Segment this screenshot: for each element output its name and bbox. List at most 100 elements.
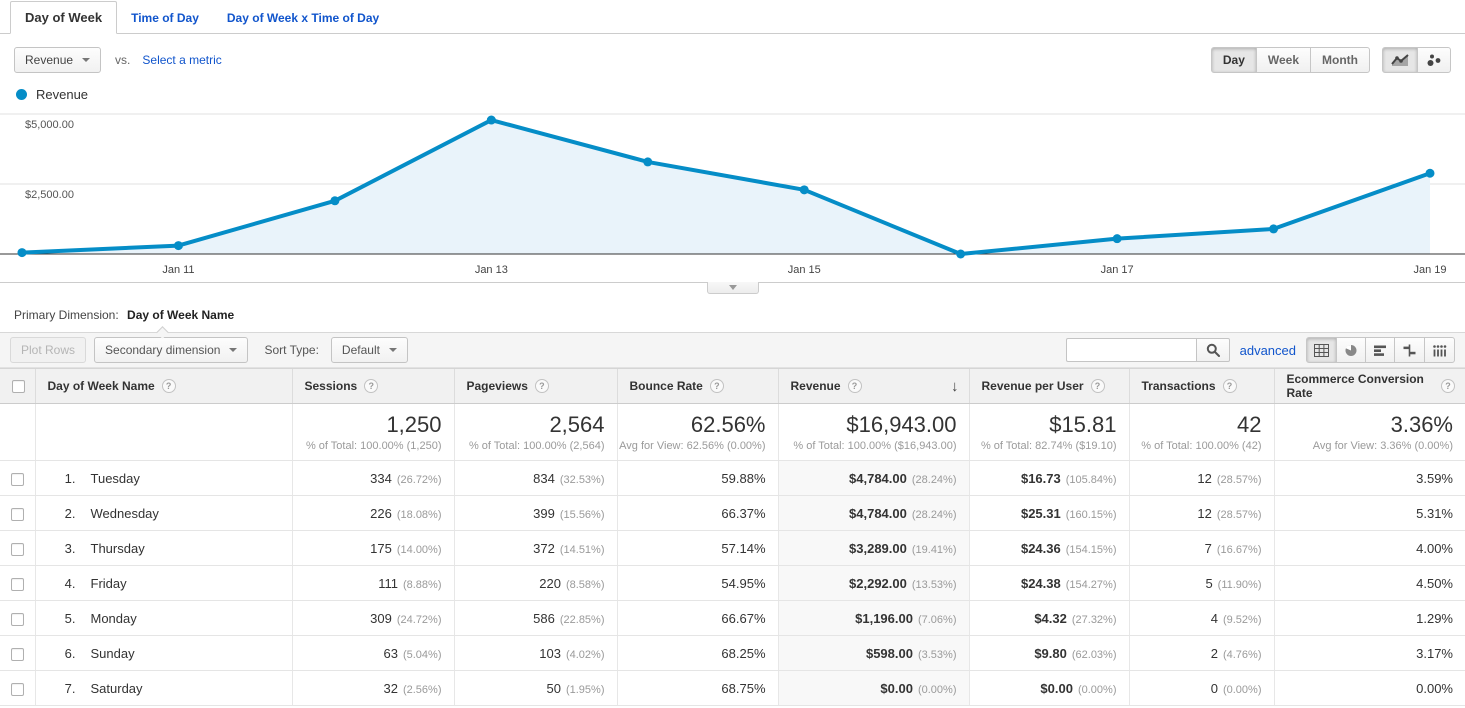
primary-dimension-value[interactable]: Day of Week Name [127, 308, 234, 322]
metric-cell: 12 (28.57%) [1128, 460, 1274, 496]
svg-text:$5,000.00: $5,000.00 [25, 119, 74, 131]
table-row: 7. Saturday 32 (2.56%) 50 (1.95%) 68.75% $0… [0, 670, 1465, 706]
column-header-pageviews[interactable]: Pageviews? [453, 368, 617, 404]
svg-text:Jan 17: Jan 17 [1101, 264, 1134, 276]
metric-cell: $16.73 (105.84%) [968, 460, 1129, 496]
metric-cell: 5.31% [1273, 495, 1465, 531]
select-all-checkbox[interactable] [12, 380, 25, 394]
help-icon[interactable]: ? [1441, 379, 1455, 393]
line-chart-button[interactable] [1382, 47, 1418, 73]
column-header-bounce-rate[interactable]: Bounce Rate? [616, 368, 778, 404]
comparison-icon [1403, 344, 1416, 356]
metric-cell: 2 (4.76%) [1128, 635, 1274, 671]
svg-text:Jan 11: Jan 11 [162, 264, 194, 276]
help-icon[interactable]: ? [534, 379, 549, 393]
column-header-day-of-week-name[interactable]: Day of Week Name? [34, 368, 292, 404]
tab-day-of-week[interactable]: Day of Week [10, 1, 118, 34]
column-header-revenue[interactable]: Revenue? ↓ [777, 368, 969, 404]
metric-cell: $9.80 (62.03%) [968, 635, 1129, 671]
metric-cell: 59.88% [616, 460, 778, 496]
tab-time-of-day[interactable]: Time of Day [117, 3, 213, 33]
plot-rows-button[interactable]: Plot Rows [10, 337, 87, 363]
column-header-sessions[interactable]: Sessions? [291, 368, 454, 404]
chart-collapse-button[interactable] [706, 282, 759, 294]
row-checkbox[interactable] [10, 472, 24, 486]
sort-type-label: Sort Type: [264, 343, 319, 357]
metric-cell: 372 (14.51%) [453, 530, 617, 566]
view-percentage-button[interactable] [1336, 337, 1366, 363]
metric-cell: 63 (5.04%) [291, 635, 454, 671]
table-row: 2. Wednesday 226 (18.08%) 399 (15.56%) 66.3… [0, 495, 1465, 531]
row-dimension: Saturday [90, 680, 143, 696]
total-revenue-per-user: $15.81% of Total: 82.74% ($19.10) [968, 403, 1129, 461]
search-button[interactable] [1195, 338, 1230, 362]
help-icon[interactable]: ? [847, 379, 862, 393]
revenue-chart-svg: $2,500.00 $5,000.00 Jan 11 Jan 13 Jan 15 Jan … [0, 113, 1465, 276]
row-checkbox[interactable] [10, 507, 24, 521]
advanced-search-link[interactable]: advanced [1240, 343, 1296, 358]
svg-text:$2,500.00: $2,500.00 [25, 189, 74, 201]
bars-icon [1374, 345, 1386, 356]
table-header-row: Day of Week Name? Sessions? Pageviews? B… [0, 368, 1465, 404]
row-checkbox[interactable] [10, 577, 24, 591]
chart-legend: Revenue [0, 81, 1465, 106]
granularity-day-button[interactable]: Day [1210, 47, 1257, 73]
metric-cell: 220 (8.58%) [453, 565, 617, 601]
metric-cell: 68.25% [616, 635, 778, 671]
legend-series-label: Revenue [36, 87, 89, 102]
help-icon[interactable]: ? [709, 379, 724, 393]
sort-descending-icon: ↓ [951, 377, 959, 395]
metric-cell: 0 (0.00%) [1128, 670, 1274, 706]
metric-cell: 334 (26.72%) [291, 460, 454, 496]
metric-cell: $0.00 (0.00%) [777, 670, 969, 706]
view-performance-button[interactable] [1365, 337, 1395, 363]
view-pivot-button[interactable] [1424, 337, 1455, 363]
motion-chart-button[interactable] [1417, 47, 1451, 73]
vs-label: vs. [115, 53, 131, 67]
metric-cell: 5 (11.90%) [1128, 565, 1274, 601]
view-table-button[interactable] [1306, 337, 1337, 363]
row-index: 1. [64, 470, 76, 486]
row-dimension: Thursday [90, 540, 145, 556]
help-icon[interactable]: ? [1222, 379, 1237, 393]
column-header-ecommerce-conversion-rate[interactable]: Ecommerce Conversion Rate? [1273, 368, 1465, 404]
column-header-transactions[interactable]: Transactions? [1128, 368, 1274, 404]
granularity-week-button[interactable]: Week [1255, 47, 1312, 73]
help-icon[interactable]: ? [364, 379, 379, 393]
table-totals-row: 1,250% of Total: 100.00% (1,250) 2,564% … [0, 403, 1465, 461]
row-index: 2. [64, 505, 76, 521]
row-checkbox[interactable] [10, 682, 24, 696]
row-checkbox[interactable] [10, 647, 24, 661]
sort-type-dropdown[interactable]: Default [330, 337, 408, 363]
total-bounce-rate: 62.56% Avg for View: 62.56% (0.00%) [616, 403, 778, 461]
chevron-down-icon [728, 285, 737, 290]
metric-cell: 834 (32.53%) [453, 460, 617, 496]
tab-day-of-week-x-time-of-day[interactable]: Day of Week x Time of Day [213, 3, 393, 33]
primary-dimension-row: Primary Dimension: Day of Week Name [0, 302, 1465, 332]
metric-cell: $3,289.00 (19.41%) [777, 530, 969, 566]
svg-text:Jan 19: Jan 19 [1413, 264, 1446, 276]
table-row: 3. Thursday 175 (14.00%) 372 (14.51%) 57.14… [0, 530, 1465, 566]
metric-cell: $598.00 (3.53%) [777, 635, 969, 671]
granularity-month-button[interactable]: Month [1310, 47, 1370, 73]
select-a-metric-link[interactable]: Select a metric [142, 53, 221, 67]
row-checkbox[interactable] [10, 612, 24, 626]
column-header-revenue-per-user[interactable]: Revenue per User? [968, 368, 1129, 404]
help-icon[interactable]: ? [161, 379, 176, 393]
metric-cell: $1,196.00 (7.06%) [777, 600, 969, 636]
secondary-dimension-dropdown[interactable]: Secondary dimension [94, 337, 249, 363]
metric-cell: $25.31 (160.15%) [968, 495, 1129, 531]
row-index: 5. [64, 610, 76, 626]
metric-cell: $4.32 (27.32%) [968, 600, 1129, 636]
row-index: 6. [64, 645, 76, 661]
view-comparison-button[interactable] [1394, 337, 1425, 363]
metric-cell: 66.37% [616, 495, 778, 531]
help-icon[interactable]: ? [1090, 379, 1105, 393]
row-checkbox[interactable] [10, 542, 24, 556]
table-search-input[interactable] [1065, 338, 1196, 362]
metric-selector-dropdown[interactable]: Revenue [14, 47, 102, 73]
metric-cell: 586 (22.85%) [453, 600, 617, 636]
primary-dimension-label: Primary Dimension: [14, 308, 119, 322]
metric-cell: 0.00% [1273, 670, 1465, 706]
row-dimension: Sunday [90, 645, 135, 661]
